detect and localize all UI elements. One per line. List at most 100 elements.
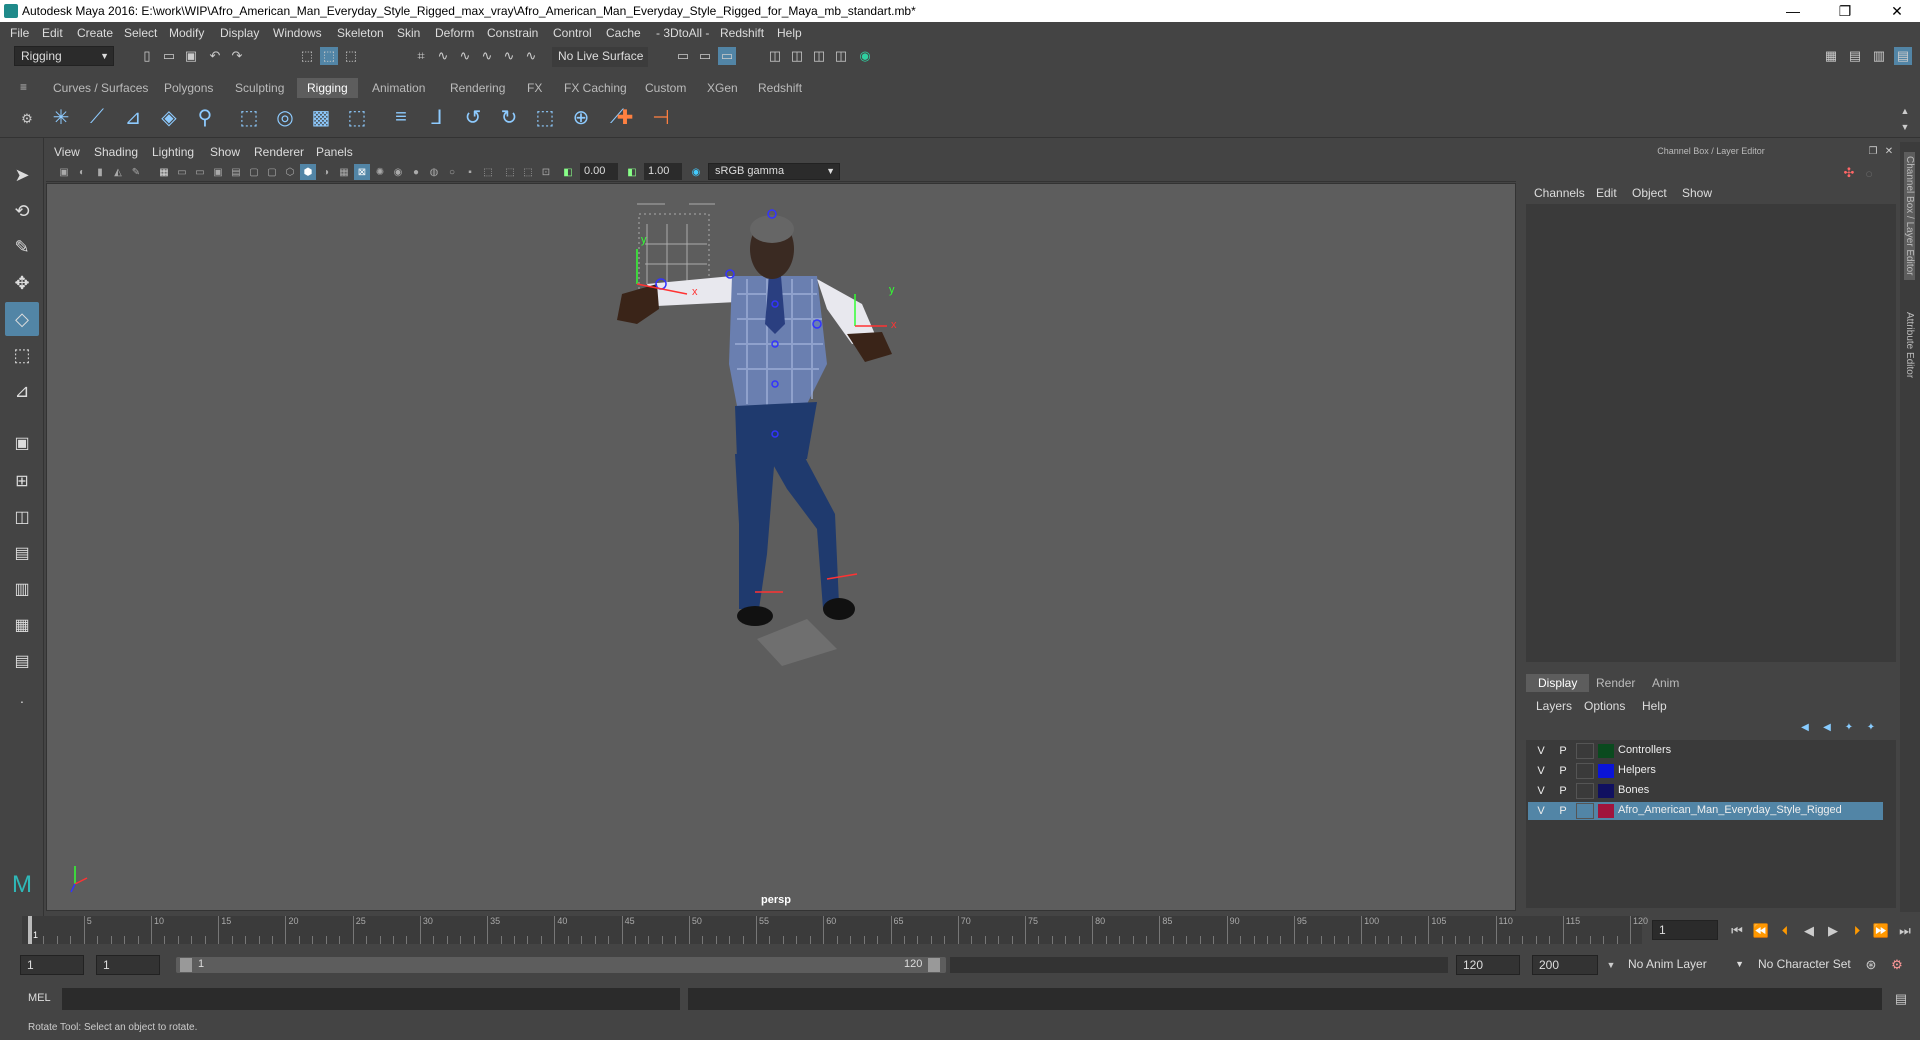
anim-layer-dropdown[interactable]: No Anim Layer ▼ <box>1622 955 1748 975</box>
input-ops-icon[interactable]: ▭ <box>696 47 714 65</box>
toggle-panel-icon[interactable]: ▥ <box>1870 47 1888 65</box>
manipulator-icon[interactable]: ✣ <box>1840 164 1858 182</box>
rotate-tool-icon[interactable]: ◇ <box>5 302 39 336</box>
layer-display-type[interactable] <box>1576 763 1594 779</box>
snap-point-icon[interactable]: ∿ <box>456 47 474 65</box>
menu-control[interactable]: Control <box>553 26 592 40</box>
layer-visibility-toggle[interactable]: V <box>1532 743 1550 759</box>
viewport-persp[interactable]: y x y x persp <box>46 183 1516 911</box>
vp-menu-shading[interactable]: Shading <box>94 145 138 159</box>
playback-end-field[interactable]: 120 <box>1456 955 1520 975</box>
layer-name[interactable]: Helpers <box>1618 764 1656 776</box>
safe-title-icon[interactable]: ▢ <box>264 164 280 180</box>
layout-four-icon[interactable]: ⊞ <box>5 464 39 498</box>
tab-custom[interactable]: Custom <box>645 81 686 95</box>
layer-name[interactable]: Controllers <box>1618 744 1671 756</box>
ik-spline-icon[interactable]: ⊿ <box>118 102 148 132</box>
paint-select-icon[interactable]: ✎ <box>5 230 39 264</box>
vp-menu-renderer[interactable]: Renderer <box>254 145 304 159</box>
hypershade-icon[interactable]: ◉ <box>856 47 874 65</box>
construction-history-icon[interactable]: ▭ <box>674 47 692 65</box>
color-management-icon[interactable]: ◉ <box>688 164 704 180</box>
layout-outliner-icon[interactable]: ▤ <box>5 536 39 570</box>
live-surface-field[interactable]: No Live Surface <box>552 47 648 67</box>
safe-action-icon[interactable]: ▢ <box>246 164 262 180</box>
xray-active-icon[interactable]: ⬚ <box>520 164 536 180</box>
smooth-shade-icon[interactable]: ⬢ <box>300 164 316 180</box>
command-input[interactable] <box>62 988 680 1010</box>
cb-menu-object[interactable]: Object <box>1632 186 1667 200</box>
wireframe-icon[interactable]: ⬡ <box>282 164 298 180</box>
mel-label[interactable]: MEL <box>28 992 51 1004</box>
menu-skin[interactable]: Skin <box>397 26 420 40</box>
render-settings-icon[interactable]: ◫ <box>832 47 850 65</box>
layer-playback-toggle[interactable]: P <box>1554 783 1572 799</box>
tab-rendering[interactable]: Rendering <box>450 81 505 95</box>
exposure-field[interactable]: 0.00 <box>580 163 618 180</box>
smooth-bind-icon[interactable]: ◎ <box>270 102 300 132</box>
le-menu-options[interactable]: Options <box>1584 699 1625 713</box>
open-scene-icon[interactable]: ▭ <box>160 47 178 65</box>
step-back-key-icon[interactable]: ⏪ <box>1752 922 1770 940</box>
output-ops-icon[interactable]: ▭ <box>718 47 736 65</box>
layer-color-swatch[interactable] <box>1598 744 1614 758</box>
channel-list[interactable] <box>1526 204 1896 662</box>
layout-graph-icon[interactable]: ▥ <box>5 572 39 606</box>
menu-deform[interactable]: Deform <box>435 26 474 40</box>
film-gate-icon[interactable]: ▭ <box>174 164 190 180</box>
time-slider-track[interactable]: 1 5 10 15 20 25 30 35 40 45 50 55 60 65 70 75 80 85 90 95 10… <box>22 916 1648 944</box>
animation-end-field[interactable]: 200 <box>1532 955 1598 975</box>
layer-playback-toggle[interactable]: P <box>1554 763 1572 779</box>
tab-animation[interactable]: Animation <box>372 81 425 95</box>
script-editor-icon[interactable]: ▤ <box>1892 990 1910 1008</box>
layout-custom-icon[interactable]: ▤ <box>5 644 39 678</box>
field-chart-icon[interactable]: ▤ <box>228 164 244 180</box>
lattice-icon[interactable]: ▩ <box>306 102 336 132</box>
camera-select-icon[interactable]: ▣ <box>56 164 72 180</box>
ipr-render-icon[interactable]: ◫ <box>810 47 828 65</box>
layer-row-selected[interactable]: V P Afro_American_Man_Everyday_Style_Rig… <box>1528 802 1883 820</box>
xray-icon[interactable]: ⬚ <box>502 164 518 180</box>
use-lights-icon[interactable]: ✺ <box>372 164 388 180</box>
depth-of-field-icon[interactable]: ▪ <box>462 164 478 180</box>
camera-lock-icon[interactable]: ◐ <box>74 164 90 180</box>
play-backward-icon[interactable]: ◀ <box>1800 922 1818 940</box>
new-layer-selected-icon[interactable]: ✦ <box>1862 718 1880 736</box>
play-forward-icon[interactable]: ▶ <box>1824 922 1842 940</box>
layout-two-icon[interactable]: ◫ <box>5 500 39 534</box>
shelf-settings-icon[interactable]: ⚙ <box>18 110 36 128</box>
redo-icon[interactable]: ↷ <box>228 47 246 65</box>
close-button[interactable]: ✕ <box>1874 0 1920 22</box>
tab-fx-caching[interactable]: FX Caching <box>564 81 627 95</box>
speed-icon[interactable]: ○ <box>1860 164 1878 182</box>
menu-edit[interactable]: Edit <box>42 26 63 40</box>
close-panel-icon[interactable]: ✕ <box>1880 142 1898 160</box>
tab-display[interactable]: Display <box>1526 674 1590 692</box>
move-layer-down-icon[interactable]: ◀ <box>1818 718 1836 736</box>
more-layouts-icon[interactable]: · <box>5 684 39 718</box>
toggle-panel-icon[interactable]: ▤ <box>1846 47 1864 65</box>
layout-hypershade-icon[interactable]: ▦ <box>5 608 39 642</box>
side-tab-attribute-editor[interactable]: Attribute Editor <box>1904 312 1915 378</box>
select-object-icon[interactable]: ⬚ <box>320 47 338 65</box>
select-tool-icon[interactable]: ➤ <box>5 158 39 192</box>
locator-icon[interactable]: ✚ <box>610 102 640 132</box>
shadows-icon[interactable]: ◉ <box>390 164 406 180</box>
render-frame-icon[interactable]: ◫ <box>766 47 784 65</box>
shelf-scroll-down-icon[interactable]: ▼ <box>1896 118 1914 136</box>
lasso-tool-icon[interactable]: ⟲ <box>5 194 39 228</box>
range-handle-start[interactable] <box>180 958 192 972</box>
layer-color-swatch[interactable] <box>1598 804 1614 818</box>
snap-surface-icon[interactable]: ∿ <box>500 47 518 65</box>
workspace-icon[interactable]: ▦ <box>1822 47 1840 65</box>
resolution-gate-icon[interactable]: ▭ <box>192 164 208 180</box>
cb-menu-edit[interactable]: Edit <box>1596 186 1617 200</box>
image-plane-icon[interactable]: ◭ <box>110 164 126 180</box>
tab-redshift[interactable]: Redshift <box>758 81 802 95</box>
layer-visibility-toggle[interactable]: V <box>1532 783 1550 799</box>
current-frame-field[interactable]: 1 <box>1652 920 1718 940</box>
menu-modify[interactable]: Modify <box>169 26 204 40</box>
snap-view-icon[interactable]: ∿ <box>478 47 496 65</box>
humanik-icon[interactable]: ⚲ <box>190 102 220 132</box>
tab-render[interactable]: Render <box>1584 674 1647 692</box>
